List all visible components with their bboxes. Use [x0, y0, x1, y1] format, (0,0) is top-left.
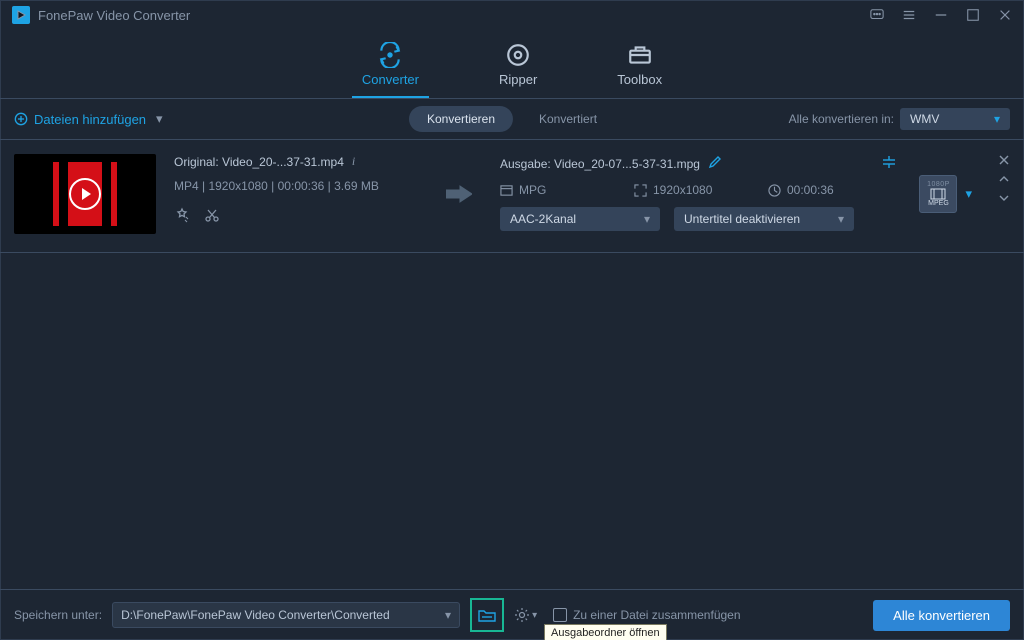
merge-split-icon[interactable]	[881, 154, 897, 173]
chevron-down-icon: ▾	[838, 212, 844, 226]
source-specs: MP4 | 1920x1080 | 00:00:36 | 3.69 MB	[174, 179, 424, 193]
output-format-select[interactable]: WMV ▾	[900, 108, 1010, 130]
rename-icon[interactable]	[708, 155, 722, 172]
tab-converter[interactable]: Converter	[352, 30, 429, 98]
tab-ripper[interactable]: Ripper	[489, 30, 547, 98]
save-under-label: Speichern unter:	[14, 608, 102, 622]
minimize-icon[interactable]	[934, 8, 948, 22]
convert-all-button[interactable]: Alle konvertieren	[873, 600, 1010, 631]
tab-label: Ripper	[499, 72, 537, 87]
output-label: Ausgabe: Video_20-07...5-37-31.mpg	[500, 157, 700, 171]
move-up-icon[interactable]	[998, 173, 1010, 188]
file-item: Original: Video_20-...37-31.mp4 i MP4 | …	[0, 140, 1024, 253]
convert-all-in-label: Alle konvertieren in:	[789, 112, 894, 126]
add-files-button[interactable]: Dateien hinzufügen ▾	[14, 111, 163, 127]
segmented-control: Konvertieren Konvertiert	[409, 106, 615, 132]
out-resolution: 1920x1080	[634, 183, 744, 197]
original-label: Original: Video_20-...37-31.mp4	[174, 155, 344, 169]
feedback-icon[interactable]	[870, 8, 884, 22]
tooltip: Ausgabeordner öffnen	[544, 624, 667, 640]
remove-item-icon[interactable]	[998, 154, 1010, 169]
play-icon	[69, 178, 101, 210]
chevron-down-icon: ▾	[644, 212, 650, 226]
chevron-down-icon[interactable]: ▾	[156, 111, 163, 127]
chevron-down-icon: ▾	[994, 112, 1000, 126]
chevron-down-icon: ▾	[532, 610, 537, 621]
out-format: MPG	[500, 183, 610, 197]
close-icon[interactable]	[998, 8, 1012, 22]
video-thumbnail[interactable]	[14, 154, 156, 234]
audio-track-select[interactable]: AAC-2Kanal▾	[500, 207, 660, 231]
tab-label: Converter	[362, 72, 419, 87]
subtitle-select[interactable]: Untertitel deaktivieren▾	[674, 207, 854, 231]
path-value: D:\FonePaw\FonePaw Video Converter\Conve…	[121, 608, 390, 622]
move-down-icon[interactable]	[998, 192, 1010, 207]
app-logo-icon	[12, 6, 30, 24]
add-files-label: Dateien hinzufügen	[34, 112, 146, 127]
preset-resolution: 1080P	[927, 181, 950, 188]
tab-label: Toolbox	[617, 72, 662, 87]
format-value: WMV	[910, 112, 939, 126]
main-tabs: Converter Ripper Toolbox	[0, 30, 1024, 99]
arrow-icon	[442, 154, 482, 234]
open-output-folder-button[interactable]	[470, 598, 504, 632]
merge-checkbox[interactable]: Zu einer Datei zusammenfügen	[553, 608, 740, 622]
seg-converted[interactable]: Konvertiert	[521, 106, 615, 132]
preset-format: MPEG	[928, 200, 949, 207]
effects-icon[interactable]	[174, 207, 190, 223]
app-title: FonePaw Video Converter	[38, 8, 190, 23]
output-preset[interactable]: 1080P MPEG ▾	[915, 154, 972, 234]
checkbox-icon	[553, 608, 567, 622]
tab-toolbox[interactable]: Toolbox	[607, 30, 672, 98]
footer: Speichern unter: D:\FonePaw\FonePaw Vide…	[0, 589, 1024, 640]
merge-label: Zu einer Datei zusammenfügen	[573, 608, 740, 622]
action-bar: Dateien hinzufügen ▾ Konvertieren Konver…	[0, 99, 1024, 140]
menu-icon[interactable]	[902, 8, 916, 22]
cut-icon[interactable]	[204, 207, 220, 223]
chevron-down-icon[interactable]: ▾	[445, 608, 451, 622]
file-list: Original: Video_20-...37-31.mp4 i MP4 | …	[0, 140, 1024, 589]
output-path-input[interactable]: D:\FonePaw\FonePaw Video Converter\Conve…	[112, 602, 460, 628]
out-duration: 00:00:36	[768, 183, 878, 197]
chevron-down-icon[interactable]: ▾	[965, 186, 972, 202]
maximize-icon[interactable]	[966, 8, 980, 22]
settings-button[interactable]: ▾	[514, 607, 537, 623]
seg-convert[interactable]: Konvertieren	[409, 106, 513, 132]
info-icon[interactable]: i	[352, 154, 355, 169]
titlebar: FonePaw Video Converter	[0, 0, 1024, 30]
